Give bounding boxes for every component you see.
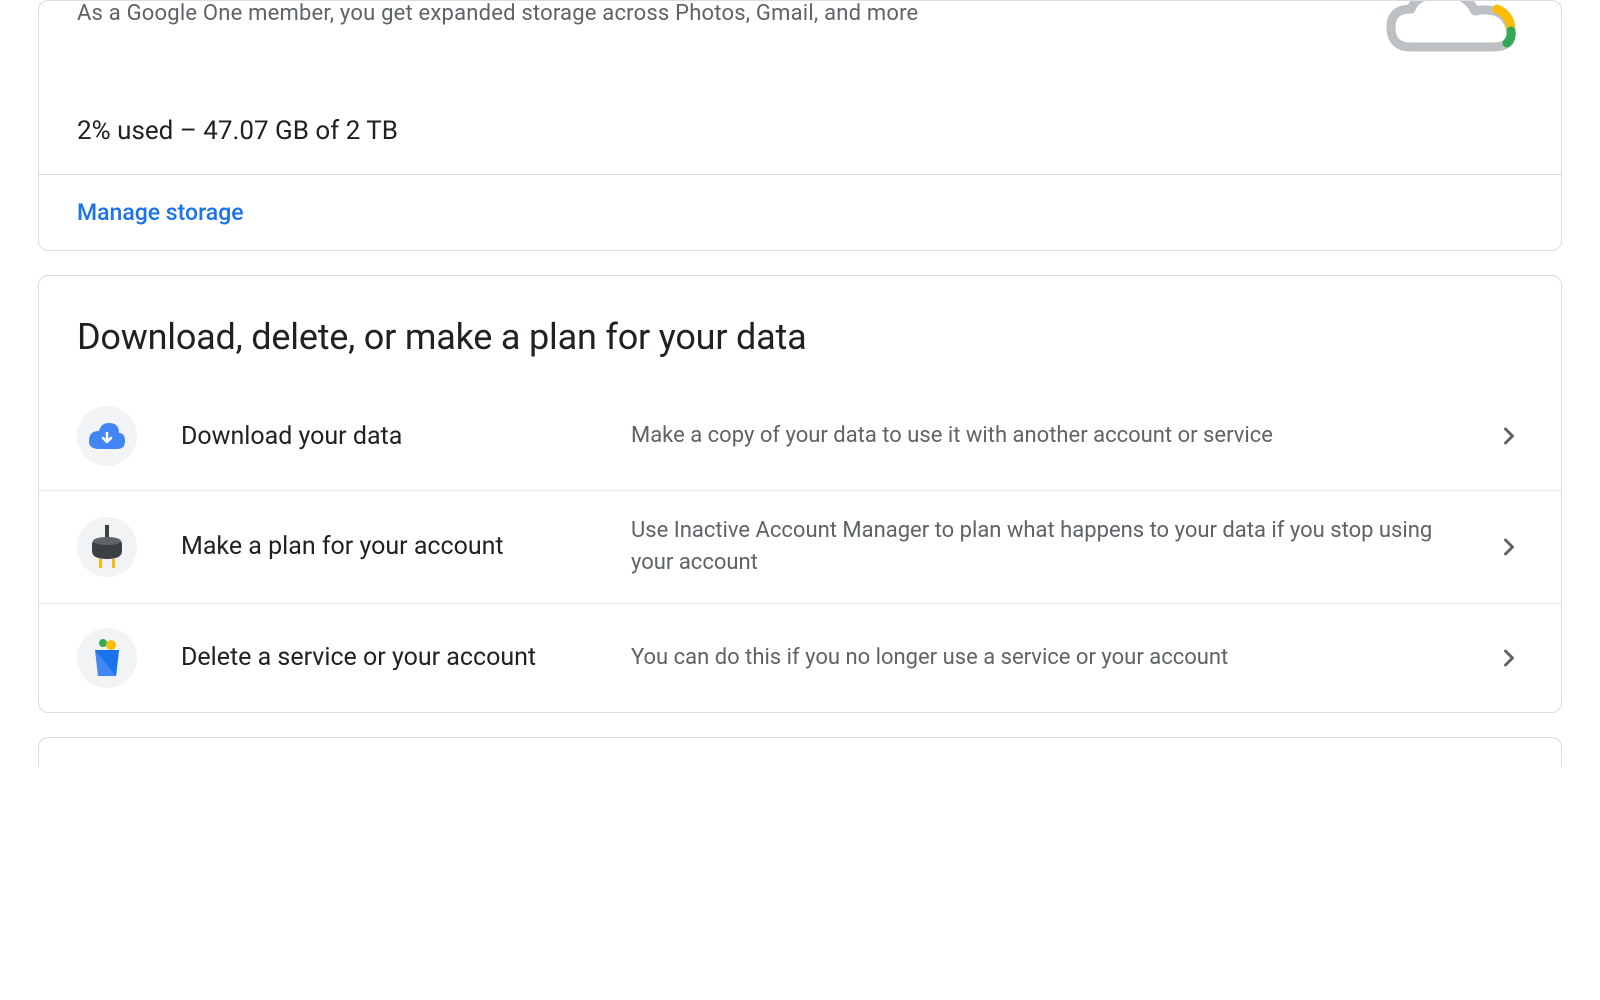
download-data-row[interactable]: Download your data Make a copy of your d… — [39, 382, 1561, 490]
trash-icon — [77, 628, 137, 688]
chevron-right-icon — [1495, 644, 1523, 672]
storage-card: As a Google One member, you get expanded… — [38, 0, 1562, 251]
option-description: Use Inactive Account Manager to plan wha… — [631, 515, 1495, 579]
next-card-peek — [38, 737, 1562, 767]
plug-icon — [77, 517, 137, 577]
option-description: You can do this if you no longer use a s… — [631, 642, 1495, 674]
delete-service-row[interactable]: Delete a service or your account You can… — [39, 603, 1561, 712]
option-label: Delete a service or your account — [181, 643, 631, 672]
make-plan-row[interactable]: Make a plan for your account Use Inactiv… — [39, 490, 1561, 603]
storage-subtitle: As a Google One member, you get expanded… — [77, 1, 1523, 26]
data-options-card: Download, delete, or make a plan for you… — [38, 275, 1562, 713]
chevron-right-icon — [1495, 533, 1523, 561]
option-label: Download your data — [181, 422, 631, 451]
data-section-title: Download, delete, or make a plan for you… — [39, 276, 1561, 382]
storage-usage-text: 2% used – 47.07 GB of 2 TB — [77, 116, 1523, 146]
manage-storage-link[interactable]: Manage storage — [39, 175, 1561, 250]
cloud-storage-icon — [1383, 0, 1523, 61]
option-label: Make a plan for your account — [181, 532, 631, 561]
cloud-download-icon — [77, 406, 137, 466]
option-description: Make a copy of your data to use it with … — [631, 420, 1495, 452]
chevron-right-icon — [1495, 422, 1523, 450]
storage-summary: As a Google One member, you get expanded… — [39, 1, 1561, 174]
